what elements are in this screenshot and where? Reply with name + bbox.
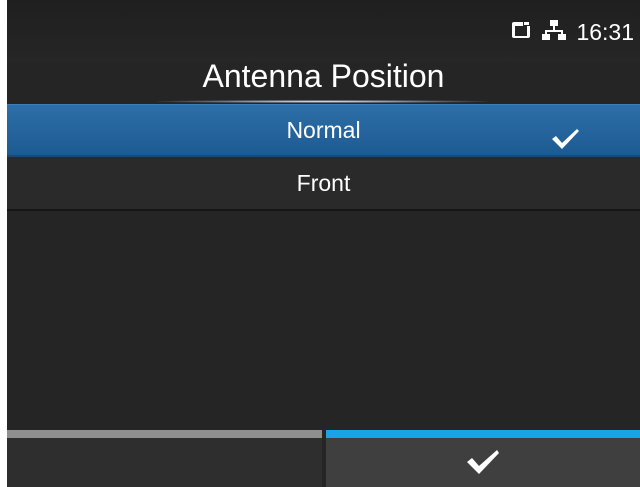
- clock: 16:31: [576, 19, 634, 45]
- check-icon: [465, 448, 501, 476]
- check-icon: [550, 118, 580, 149]
- option-label: Normal: [286, 117, 361, 143]
- printer-screen: 16:31 Antenna Position Normal Front: [7, 0, 640, 487]
- option-label: Front: [296, 170, 351, 196]
- page-title: Antenna Position: [202, 58, 445, 94]
- back-button[interactable]: [7, 430, 322, 487]
- status-icons: 16:31: [510, 18, 634, 47]
- option-front[interactable]: Front: [7, 157, 640, 211]
- option-normal[interactable]: Normal: [7, 104, 640, 157]
- status-bar: 16:31: [7, 0, 640, 62]
- memory-card-icon: [510, 19, 532, 46]
- network-icon: [542, 18, 567, 47]
- footer-bar: [7, 430, 640, 487]
- title-underline: [157, 100, 487, 103]
- ok-button[interactable]: [325, 430, 640, 487]
- option-list: Normal Front: [7, 104, 640, 211]
